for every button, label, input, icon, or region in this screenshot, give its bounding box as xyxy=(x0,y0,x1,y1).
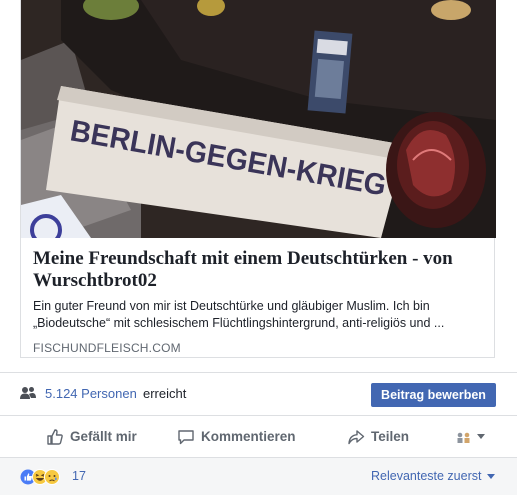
reactions-summary: 17 Relevanteste zuerst xyxy=(0,458,517,495)
link-title[interactable]: Meine Freundschaft mit einem Deutschtürk… xyxy=(33,248,484,292)
reaction-count[interactable]: 17 xyxy=(72,469,86,483)
reach-row: 5.124 Personen erreicht Beitrag bewerben xyxy=(0,372,517,416)
link-preview-image[interactable]: BERLIN-GEGEN-KRIEG xyxy=(21,0,496,238)
post-as-selector[interactable] xyxy=(456,416,485,457)
sad-reaction-icon xyxy=(44,469,60,485)
link-preview-card[interactable]: BERLIN-GEGEN-KRIEG Meine Freundschaft mi… xyxy=(20,0,496,358)
comment-sort-dropdown[interactable]: Relevanteste zuerst xyxy=(371,469,496,483)
people-icon xyxy=(20,387,36,399)
share-button[interactable]: Teilen xyxy=(347,416,409,457)
post-container: BERLIN-GEGEN-KRIEG Meine Freundschaft mi… xyxy=(0,0,517,495)
link-preview-text[interactable]: Meine Freundschaft mit einem Deutschtürk… xyxy=(21,238,496,358)
chevron-down-icon xyxy=(477,434,485,439)
like-button[interactable]: Gefällt mir xyxy=(46,416,137,457)
comment-label: Kommentieren xyxy=(201,429,296,444)
comment-button[interactable]: Kommentieren xyxy=(177,416,296,457)
thumbs-up-icon xyxy=(47,428,63,445)
reaction-icons[interactable] xyxy=(20,468,70,486)
reach-count-link[interactable]: 5.124 Personen xyxy=(45,386,137,401)
chevron-down-icon xyxy=(487,473,496,479)
link-description: Ein guter Freund von mir ist Deutschtürk… xyxy=(33,298,484,332)
link-description-line: Ein guter Freund von mir ist Deutschtürk… xyxy=(33,299,430,313)
action-bar: Gefällt mir Kommentieren Teilen xyxy=(0,416,517,458)
link-domain: FISCHUNDFLEISCH.COM xyxy=(33,341,181,355)
like-label: Gefällt mir xyxy=(70,429,137,444)
reach-label: erreicht xyxy=(143,386,187,401)
boost-post-button[interactable]: Beitrag bewerben xyxy=(371,383,496,407)
speech-bubble-icon xyxy=(178,429,194,444)
page-avatar-icon xyxy=(457,432,470,443)
link-description-line: „Biodeutsche“ mit schlesischem Flüchtlin… xyxy=(33,316,445,330)
share-arrow-icon xyxy=(348,429,365,444)
comment-sort-label: Relevanteste zuerst xyxy=(371,469,482,483)
share-label: Teilen xyxy=(371,429,410,444)
